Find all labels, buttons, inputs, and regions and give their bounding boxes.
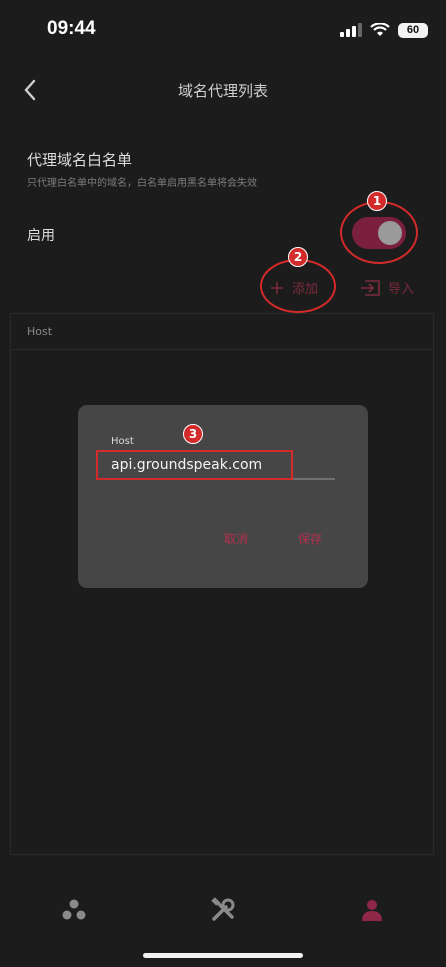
enable-label: 启用 <box>27 228 55 244</box>
add-host-dialog: Host 取消 保存 <box>78 405 368 588</box>
battery-icon: 60 <box>398 22 428 38</box>
status-time: 09:44 <box>47 18 96 39</box>
save-button[interactable]: 保存 <box>298 530 322 547</box>
import-button[interactable]: 导入 <box>360 278 414 297</box>
nodes-icon <box>62 899 86 920</box>
import-icon <box>361 279 380 296</box>
section-description: 只代理白名单中的域名，白名单启用黑名单将会失效 <box>27 178 257 189</box>
annotation-rect-host <box>96 450 293 480</box>
home-indicator <box>143 953 303 958</box>
tab-profile[interactable] <box>357 895 387 925</box>
tab-nodes[interactable] <box>59 895 89 925</box>
host-field-label: Host <box>111 436 134 447</box>
cancel-button[interactable]: 取消 <box>224 530 248 547</box>
annotation-circle-add <box>260 259 336 313</box>
status-indicators: 60 <box>340 20 428 40</box>
wifi-icon <box>370 23 390 36</box>
annotation-badge-2: 2 <box>288 247 308 267</box>
annotation-badge-3: 3 <box>183 424 203 444</box>
column-header-host: Host <box>27 325 53 338</box>
person-icon <box>362 900 382 921</box>
tab-bar <box>0 862 446 967</box>
import-label: 导入 <box>388 282 415 297</box>
page-title: 域名代理列表 <box>177 82 268 100</box>
table-header: Host <box>11 314 433 350</box>
tab-tools[interactable] <box>208 895 238 925</box>
tools-icon <box>211 897 235 921</box>
annotation-badge-1: 1 <box>367 191 387 211</box>
section-title: 代理域名白名单 <box>27 151 133 169</box>
cellular-signal-icon <box>340 23 362 37</box>
